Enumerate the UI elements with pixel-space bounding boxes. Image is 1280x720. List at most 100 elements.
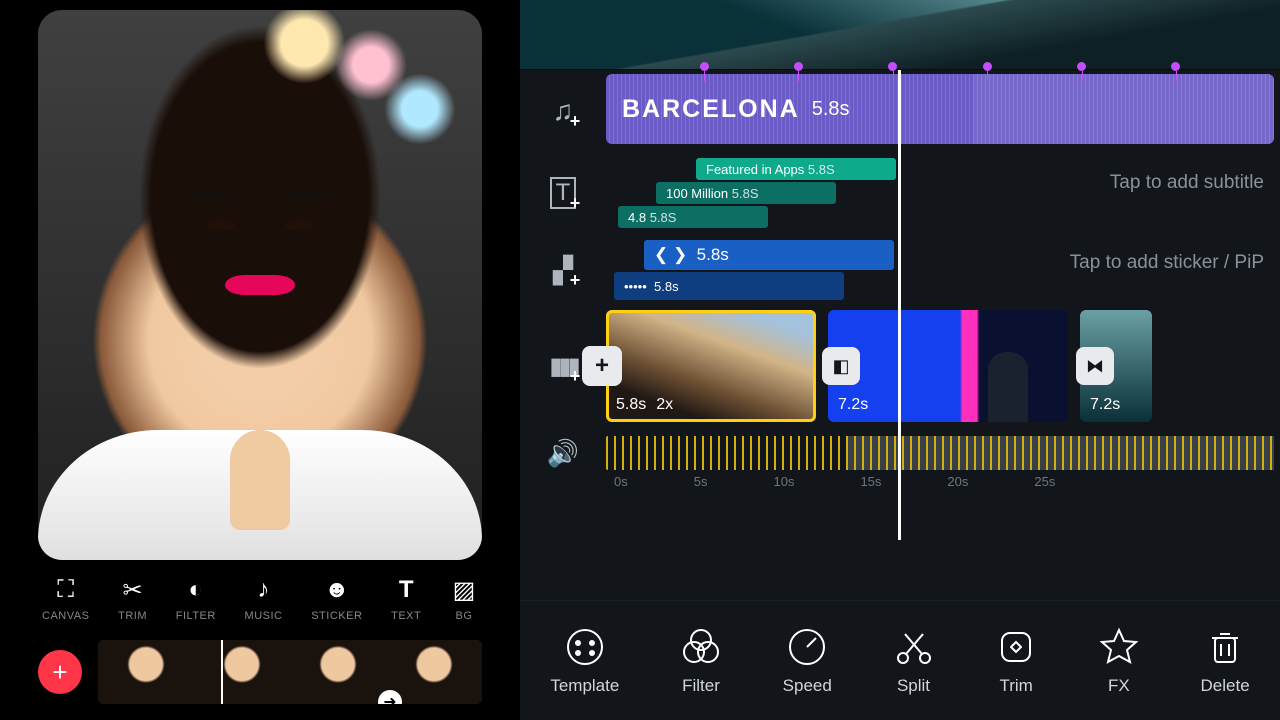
text-clip-label: 100 Million <box>666 186 728 201</box>
tool-filter-label: FILTER <box>176 610 216 622</box>
tool-text[interactable]: T TEXT <box>391 576 421 622</box>
transition-button[interactable]: ⧓ <box>1076 347 1114 385</box>
volume-button[interactable]: 🔊 <box>520 438 606 469</box>
audio-clip[interactable]: BARCELONA 5.8s <box>606 74 1274 144</box>
plus-icon: + <box>570 270 581 291</box>
thumbnail-scrubber[interactable]: ➜ <box>98 640 482 704</box>
sticker-clip-dur: 5.8s <box>697 245 729 265</box>
action-split[interactable]: Split <box>893 626 935 696</box>
delete-icon <box>1204 626 1246 668</box>
text-clip-dur: 5.8S <box>808 162 835 177</box>
text-clip[interactable]: 100 Million 5.8S <box>656 182 836 204</box>
plus-icon: + <box>570 193 581 214</box>
add-audio-button[interactable]: ♫ + <box>520 95 606 127</box>
volume-scrubber[interactable] <box>606 436 1274 470</box>
tool-music-label: MUSIC <box>245 610 283 622</box>
filter-icon <box>680 626 722 668</box>
action-label: Speed <box>783 676 832 696</box>
action-filter[interactable]: Filter <box>680 626 722 696</box>
action-label: Split <box>897 676 930 696</box>
timeline-pane: ♫ + BARCELONA 5.8s T <box>520 0 1280 720</box>
sticker-clip-dur: 5.8s <box>654 279 679 294</box>
action-delete[interactable]: Delete <box>1201 626 1250 696</box>
preview-strip <box>520 0 1280 70</box>
plus-icon: + <box>52 657 67 688</box>
volume-track-row: 🔊 <box>520 426 1274 480</box>
tool-trim[interactable]: ✂ TRIM <box>118 576 147 622</box>
add-clip-button[interactable]: + <box>38 650 82 694</box>
clip-strip: + ➜ <box>38 628 482 720</box>
tool-bg-label: BG <box>456 610 473 622</box>
clip-duration: 5.8s <box>616 396 646 414</box>
audio-track-row: ♫ + BARCELONA 5.8s <box>520 70 1274 152</box>
sticker-clip[interactable]: ❮ ❯ 5.8s <box>644 240 894 270</box>
tool-canvas-label: CANVAS <box>42 610 89 622</box>
text-clip-label: Featured in Apps <box>706 162 804 177</box>
action-fx[interactable]: FX <box>1098 626 1140 696</box>
template-icon <box>564 626 606 668</box>
plus-icon: + <box>570 366 581 387</box>
tool-filter[interactable]: ◐ FILTER <box>176 576 216 622</box>
transition-button[interactable]: ◧ <box>822 347 860 385</box>
tool-music[interactable]: ♪ MUSIC <box>245 576 283 622</box>
tool-canvas[interactable]: ⛶ CANVAS <box>42 576 89 622</box>
tick: 20s <box>947 474 968 489</box>
fx-icon <box>1098 626 1140 668</box>
speed-icon <box>786 626 828 668</box>
text-clip-dur: 5.8S <box>650 210 677 225</box>
left-toolbar: ⛶ CANVAS ✂ TRIM ◐ FILTER ♪ MUSIC ☻ STICK… <box>38 560 482 628</box>
action-label: Delete <box>1201 676 1250 696</box>
text-clip-label: 4.8 <box>628 210 646 225</box>
tool-bg[interactable]: ▨ BG <box>450 576 478 622</box>
music-icon: ♪ <box>250 576 278 604</box>
trim-icon <box>995 626 1037 668</box>
video-clips-container: + 5.8s 2x ◧ 7.2 <box>606 310 1274 422</box>
sticker-clip[interactable]: ••••• 5.8s <box>614 272 844 300</box>
bg-icon: ▨ <box>450 576 478 604</box>
add-sticker-button[interactable]: ▞ + <box>520 255 606 286</box>
tool-sticker-label: STICKER <box>311 610 362 622</box>
text-clip[interactable]: Featured in Apps 5.8S <box>696 158 896 180</box>
thumb-frame <box>98 640 194 704</box>
plus-icon: + <box>595 352 609 380</box>
action-trim[interactable]: Trim <box>995 626 1037 696</box>
split-icon <box>893 626 935 668</box>
sticker-hint[interactable]: Tap to add sticker / PiP <box>1070 252 1264 274</box>
thumb-frame <box>386 640 482 704</box>
transition-icon: ◧ <box>832 356 849 377</box>
tick: 15s <box>860 474 881 489</box>
video-clip[interactable]: 7.2s <box>828 310 1068 422</box>
playhead[interactable] <box>898 70 901 540</box>
tool-trim-label: TRIM <box>118 610 147 622</box>
video-preview[interactable] <box>38 10 482 560</box>
action-label: Filter <box>682 676 720 696</box>
scissors-icon: ✂ <box>119 576 147 604</box>
clip-speed: 2x <box>656 396 673 414</box>
insert-clip-button[interactable]: + <box>582 346 622 386</box>
audio-clip-title: BARCELONA <box>622 95 800 124</box>
add-text-button[interactable]: T + <box>520 177 606 209</box>
sticker-track-row: ▞ + ❮ ❯ 5.8s ••••• 5.8s Tap <box>520 234 1274 306</box>
tick: 5s <box>694 474 708 489</box>
audio-clip-duration: 5.8s <box>812 98 850 121</box>
text-icon: T <box>392 576 420 604</box>
tick: 25s <box>1034 474 1055 489</box>
clip-duration: 7.2s <box>1090 396 1120 414</box>
thumb-frame <box>290 640 386 704</box>
action-template[interactable]: Template <box>550 626 619 696</box>
action-speed[interactable]: Speed <box>783 626 832 696</box>
video-clip-selected[interactable]: 5.8s 2x <box>606 310 816 422</box>
text-track-row: T + Featured in Apps 5.8S 100 Million 5.… <box>520 152 1274 234</box>
subtitle-hint[interactable]: Tap to add subtitle <box>1110 172 1264 194</box>
action-label: FX <box>1108 676 1130 696</box>
action-label: Trim <box>999 676 1032 696</box>
tick: 10s <box>773 474 794 489</box>
plus-icon: + <box>570 111 581 132</box>
canvas-icon: ⛶ <box>52 576 80 604</box>
sticker-icon: ☻ <box>323 576 351 604</box>
text-clip[interactable]: 4.8 5.8S <box>618 206 768 228</box>
tool-sticker[interactable]: ☻ STICKER <box>311 576 362 622</box>
sticker-clip-label: ••••• <box>624 279 647 294</box>
tick: 0s <box>614 474 628 489</box>
video-track-row: ▮▮▮ + + 5.8s 2x <box>520 306 1274 426</box>
